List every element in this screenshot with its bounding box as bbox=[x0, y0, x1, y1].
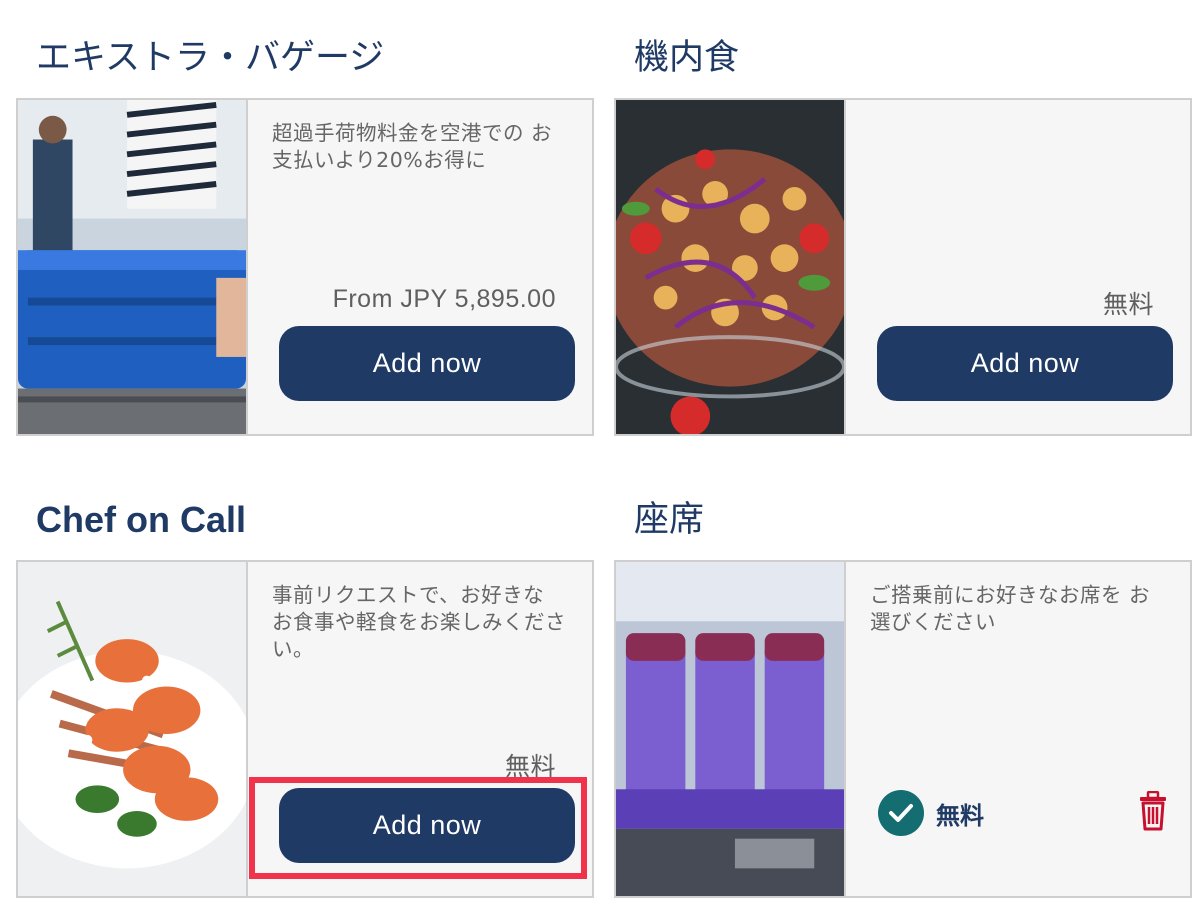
seat-selected-status: 無料 bbox=[878, 790, 984, 836]
seat-card: ご搭乗前にお好きなお席を お選びください 無料 bbox=[614, 560, 1192, 898]
chef-on-call-add-button[interactable]: Add now bbox=[279, 788, 575, 863]
chef-on-call-card: 事前リクエストで、お好きな お食事や軽食をお楽しみください。 無料 Add no… bbox=[16, 560, 594, 898]
extra-baggage-add-button[interactable]: Add now bbox=[279, 326, 575, 401]
extra-baggage-price: From JPY 5,895.00 bbox=[332, 285, 556, 313]
chef-on-call-price: 無料 bbox=[504, 753, 556, 781]
extra-baggage-card-body: 超過手荷物料金を空港での お支払いより20%お得に From JPY 5,895… bbox=[248, 100, 592, 434]
seat-image bbox=[616, 562, 846, 896]
salad-image bbox=[616, 100, 846, 434]
section-seat: 座席 ご搭乗前にお好きなお席を お選びください 無料 bbox=[614, 498, 1192, 898]
section-chef-on-call: Chef on Call 事前リクエストで、お好きな お食事や軽食をお楽しみくだ… bbox=[16, 498, 594, 898]
chef-on-call-description: 事前リクエストで、お好きな お食事や軽食をお楽しみください。 bbox=[272, 583, 566, 661]
section-title: Chef on Call bbox=[36, 499, 247, 540]
chef-on-call-card-body: 事前リクエストで、お好きな お食事や軽食をお楽しみください。 無料 Add no… bbox=[248, 562, 592, 896]
inflight-meal-card-body: 無料 Add now bbox=[846, 100, 1190, 434]
extra-baggage-description: 超過手荷物料金を空港での お支払いより20%お得に bbox=[272, 121, 553, 172]
trash-icon[interactable] bbox=[1136, 790, 1170, 831]
baggage-image bbox=[18, 100, 248, 434]
extra-baggage-card: 超過手荷物料金を空港での お支払いより20%お得に From JPY 5,895… bbox=[16, 98, 594, 436]
section-inflight-meal: 機内食 無料 Add now bbox=[614, 36, 1192, 436]
check-icon bbox=[878, 790, 924, 836]
inflight-meal-price: 無料 bbox=[1102, 291, 1154, 319]
section-title: エキストラ・バゲージ bbox=[36, 38, 385, 78]
seat-card-body: ご搭乗前にお好きなお席を お選びください 無料 bbox=[846, 562, 1190, 896]
section-extra-baggage: エキストラ・バゲージ 超過手荷物料金を空港での お支払いより20%お得に Fro… bbox=[16, 36, 594, 436]
shrimp-dish-image bbox=[18, 562, 248, 896]
inflight-meal-card: 無料 Add now bbox=[614, 98, 1192, 436]
seat-selected-label: 無料 bbox=[936, 801, 984, 830]
section-title: 機内食 bbox=[634, 38, 740, 78]
seat-description: ご搭乗前にお好きなお席を お選びください bbox=[870, 583, 1151, 634]
section-title: 座席 bbox=[634, 500, 705, 540]
inflight-meal-add-button[interactable]: Add now bbox=[877, 326, 1173, 401]
